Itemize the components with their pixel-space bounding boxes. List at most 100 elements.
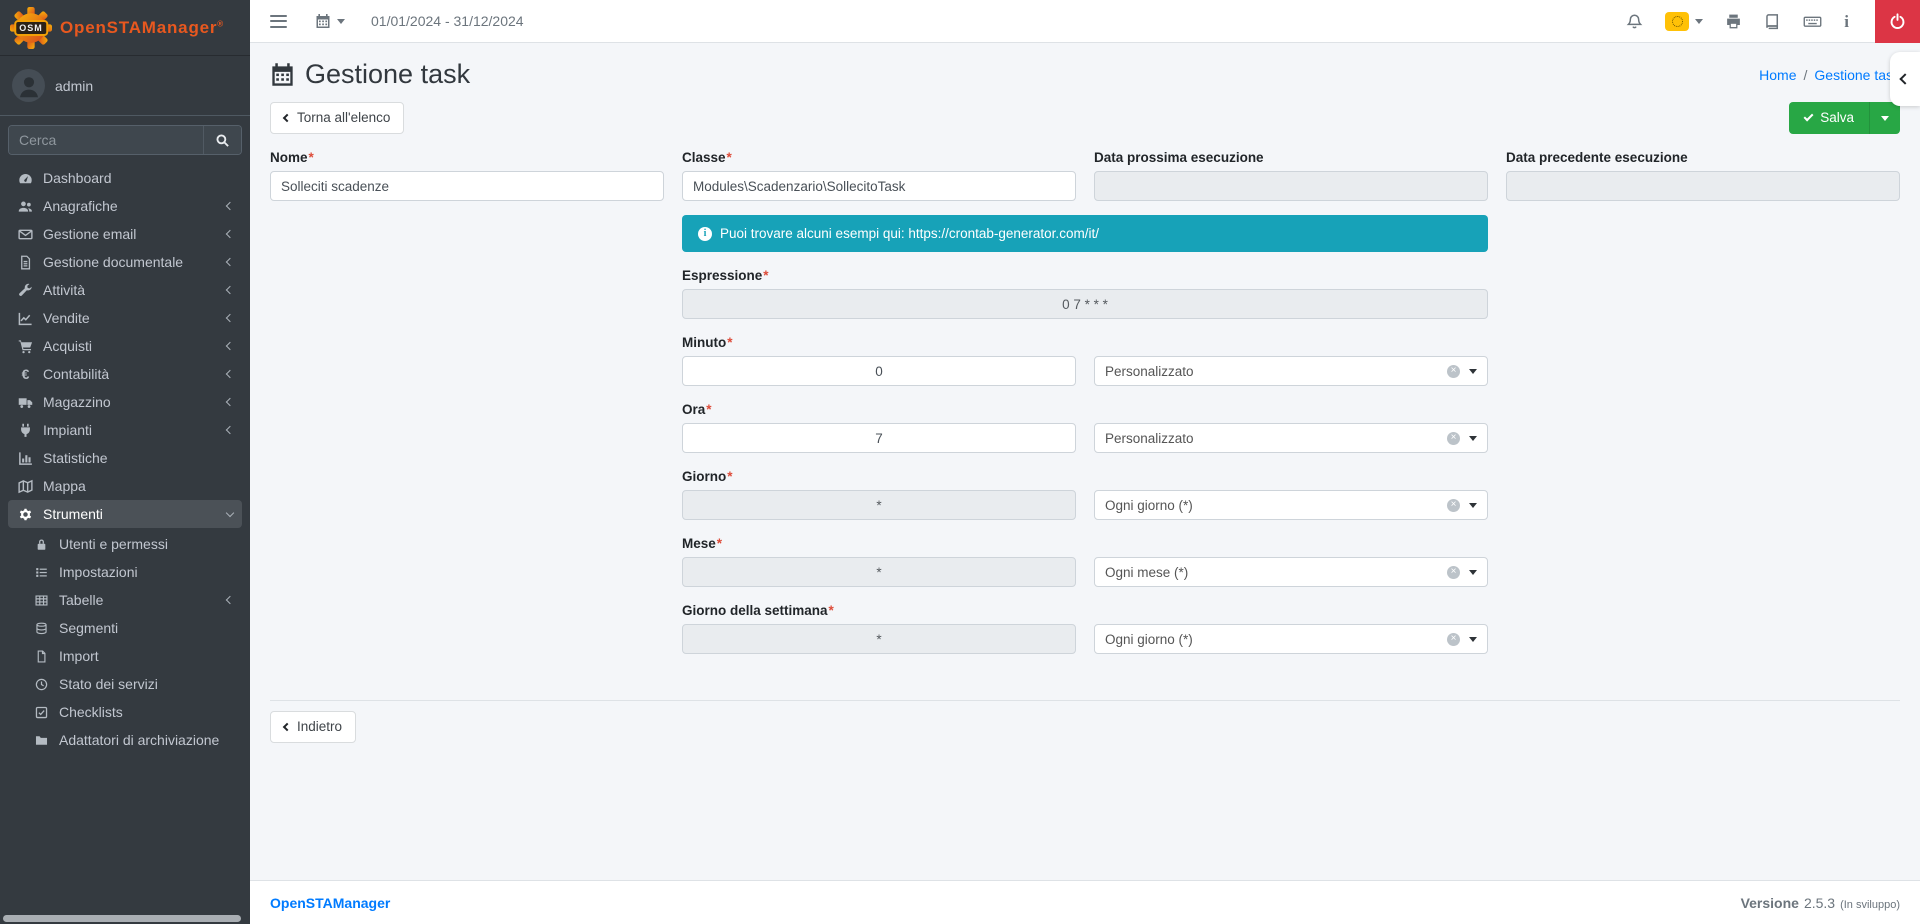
print-icon[interactable] — [1725, 13, 1742, 30]
sidebar-item-attivita[interactable]: Attività — [8, 276, 242, 304]
nome-input[interactable] — [270, 171, 664, 201]
folder-icon — [33, 734, 50, 747]
field-label: Data precedente esecuzione — [1506, 150, 1900, 165]
sidebar-item-label: Acquisti — [43, 338, 92, 354]
sidebar-item-mappa[interactable]: Mappa — [8, 472, 242, 500]
sidebar-item-stato-dei-servizi[interactable]: Stato dei servizi — [8, 670, 242, 698]
mese-select[interactable]: Ogni mese (*) × — [1094, 557, 1488, 587]
caret-down-icon — [337, 19, 345, 24]
minuto-select[interactable]: Personalizzato × — [1094, 356, 1488, 386]
shortcuts-keyboard-icon[interactable] — [1803, 13, 1822, 30]
euro-icon: € — [17, 366, 34, 382]
sidebar-item-acquisti[interactable]: Acquisti — [8, 332, 242, 360]
notifications-bell-icon[interactable] — [1626, 13, 1643, 30]
back-to-list-button[interactable]: Torna all'elenco — [270, 102, 404, 134]
chevron-left-icon — [227, 399, 233, 405]
sidebar-item-gestione-documentale[interactable]: Gestione documentale — [8, 248, 242, 276]
topbar-actions: i — [1626, 0, 1920, 42]
back-button[interactable]: Indietro — [270, 711, 356, 743]
chevron-left-icon — [227, 287, 233, 293]
check-square-icon — [33, 706, 50, 719]
sidebar-item-magazzino[interactable]: Magazzino — [8, 388, 242, 416]
sidebar-item-import[interactable]: Import — [8, 642, 242, 670]
classe-input[interactable] — [682, 171, 1076, 201]
avatar — [12, 69, 45, 102]
brand-header[interactable]: OSM OpenSTAManager® — [0, 0, 250, 56]
logout-power-button[interactable] — [1875, 0, 1920, 43]
minuto-input[interactable] — [682, 356, 1076, 386]
clear-selection-icon[interactable]: × — [1447, 365, 1460, 378]
sidebar-item-gestione-email[interactable]: Gestione email — [8, 220, 242, 248]
data-prossima-input — [1094, 171, 1488, 201]
mese-input — [682, 557, 1076, 587]
field-label: Data prossima esecuzione — [1094, 150, 1488, 165]
sidebar-item-utenti-e-permessi[interactable]: Utenti e permessi — [8, 530, 242, 558]
sidebar-item-checklists[interactable]: Checklists — [8, 698, 242, 726]
save-button[interactable]: Salva — [1789, 102, 1869, 134]
date-range-label[interactable]: 01/01/2024 - 31/12/2024 — [371, 13, 524, 29]
sidebar-item-dashboard[interactable]: Dashboard — [8, 164, 242, 192]
field-giorno-settimana: Giorno della settimana* Ogni giorno (*) … — [682, 603, 1488, 654]
chevron-left-icon — [227, 315, 233, 321]
username: admin — [55, 78, 93, 94]
sidebar-item-label: Dashboard — [43, 170, 112, 186]
version-info: Versione 2.5.3 (In sviluppo) — [1741, 895, 1900, 911]
field-label: Giorno* — [682, 469, 1488, 484]
save-dropdown-toggle[interactable] — [1869, 102, 1900, 134]
sidebar-search — [8, 125, 242, 155]
clear-selection-icon[interactable]: × — [1447, 432, 1460, 445]
field-label: Espressione* — [682, 268, 1488, 283]
footer: OpenSTAManager Versione 2.5.3 (In svilup… — [250, 880, 1920, 924]
sidebar-item-impostazioni[interactable]: Impostazioni — [8, 558, 242, 586]
info-icon[interactable]: i — [1844, 13, 1849, 30]
sidebar-item-label: Segmenti — [59, 620, 118, 636]
sidebar-item-label: Gestione email — [43, 226, 136, 242]
sidebar-item-segmenti[interactable]: Segmenti — [8, 614, 242, 642]
field-label: Mese* — [682, 536, 1488, 551]
caret-down-icon — [1469, 436, 1477, 441]
sidebar-scrollbar[interactable] — [3, 915, 241, 922]
docs-book-icon[interactable] — [1764, 13, 1781, 30]
user-panel[interactable]: admin — [0, 56, 250, 116]
widget-panel-collapse-button[interactable] — [1890, 52, 1920, 106]
sidebar-item-label: Anagrafiche — [43, 198, 118, 214]
calendar-icon — [315, 13, 331, 29]
search-icon[interactable] — [203, 126, 241, 154]
info-banner-text: Puoi trovare alcuni esempi qui: https://… — [720, 226, 1099, 241]
ora-input[interactable] — [682, 423, 1076, 453]
sidebar-item-tabelle[interactable]: Tabelle — [8, 586, 242, 614]
giorno-select[interactable]: Ogni giorno (*) × — [1094, 490, 1488, 520]
sidebar-item-statistiche[interactable]: Statistiche — [8, 444, 242, 472]
clear-selection-icon[interactable]: × — [1447, 633, 1460, 646]
period-calendar-dropdown[interactable] — [315, 13, 345, 29]
caret-down-icon — [1469, 637, 1477, 642]
breadcrumb-current-link[interactable]: Gestione task — [1814, 67, 1900, 83]
field-nome: Nome* — [270, 150, 664, 201]
ora-select[interactable]: Personalizzato × — [1094, 423, 1488, 453]
footer-brand-link[interactable]: OpenSTAManager — [270, 895, 390, 911]
sidebar-item-contabilita[interactable]: € Contabilità — [8, 360, 242, 388]
sidebar-item-label: Strumenti — [43, 506, 103, 522]
session-status-dropdown[interactable] — [1665, 12, 1703, 31]
shopping-cart-icon — [17, 339, 34, 354]
file-icon — [33, 650, 50, 663]
field-espressione: Espressione* — [682, 268, 1488, 319]
sidebar-item-adattatori-di-archiviazione[interactable]: Adattatori di archiviazione — [8, 726, 242, 754]
clear-selection-icon[interactable]: × — [1447, 499, 1460, 512]
list-icon — [33, 566, 50, 579]
clear-selection-icon[interactable]: × — [1447, 566, 1460, 579]
breadcrumb-home-link[interactable]: Home — [1759, 67, 1796, 83]
breadcrumb-separator: / — [1804, 67, 1808, 83]
hamburger-menu-icon[interactable] — [268, 11, 289, 32]
sidebar-item-strumenti[interactable]: Strumenti — [8, 500, 242, 528]
field-giorno: Giorno* Ogni giorno (*) × — [682, 469, 1488, 520]
sidebar-item-impianti[interactable]: Impianti — [8, 416, 242, 444]
sidebar-item-vendite[interactable]: Vendite — [8, 304, 242, 332]
brand-title: OpenSTAManager® — [60, 18, 224, 38]
giorno-settimana-select[interactable]: Ogni giorno (*) × — [1094, 624, 1488, 654]
field-label: Minuto* — [682, 335, 1488, 350]
search-input[interactable] — [9, 126, 203, 154]
field-data-precedente: Data precedente esecuzione — [1506, 150, 1900, 201]
app-window: OSM OpenSTAManager® admin — [0, 0, 1920, 924]
sidebar-item-anagrafiche[interactable]: Anagrafiche — [8, 192, 242, 220]
